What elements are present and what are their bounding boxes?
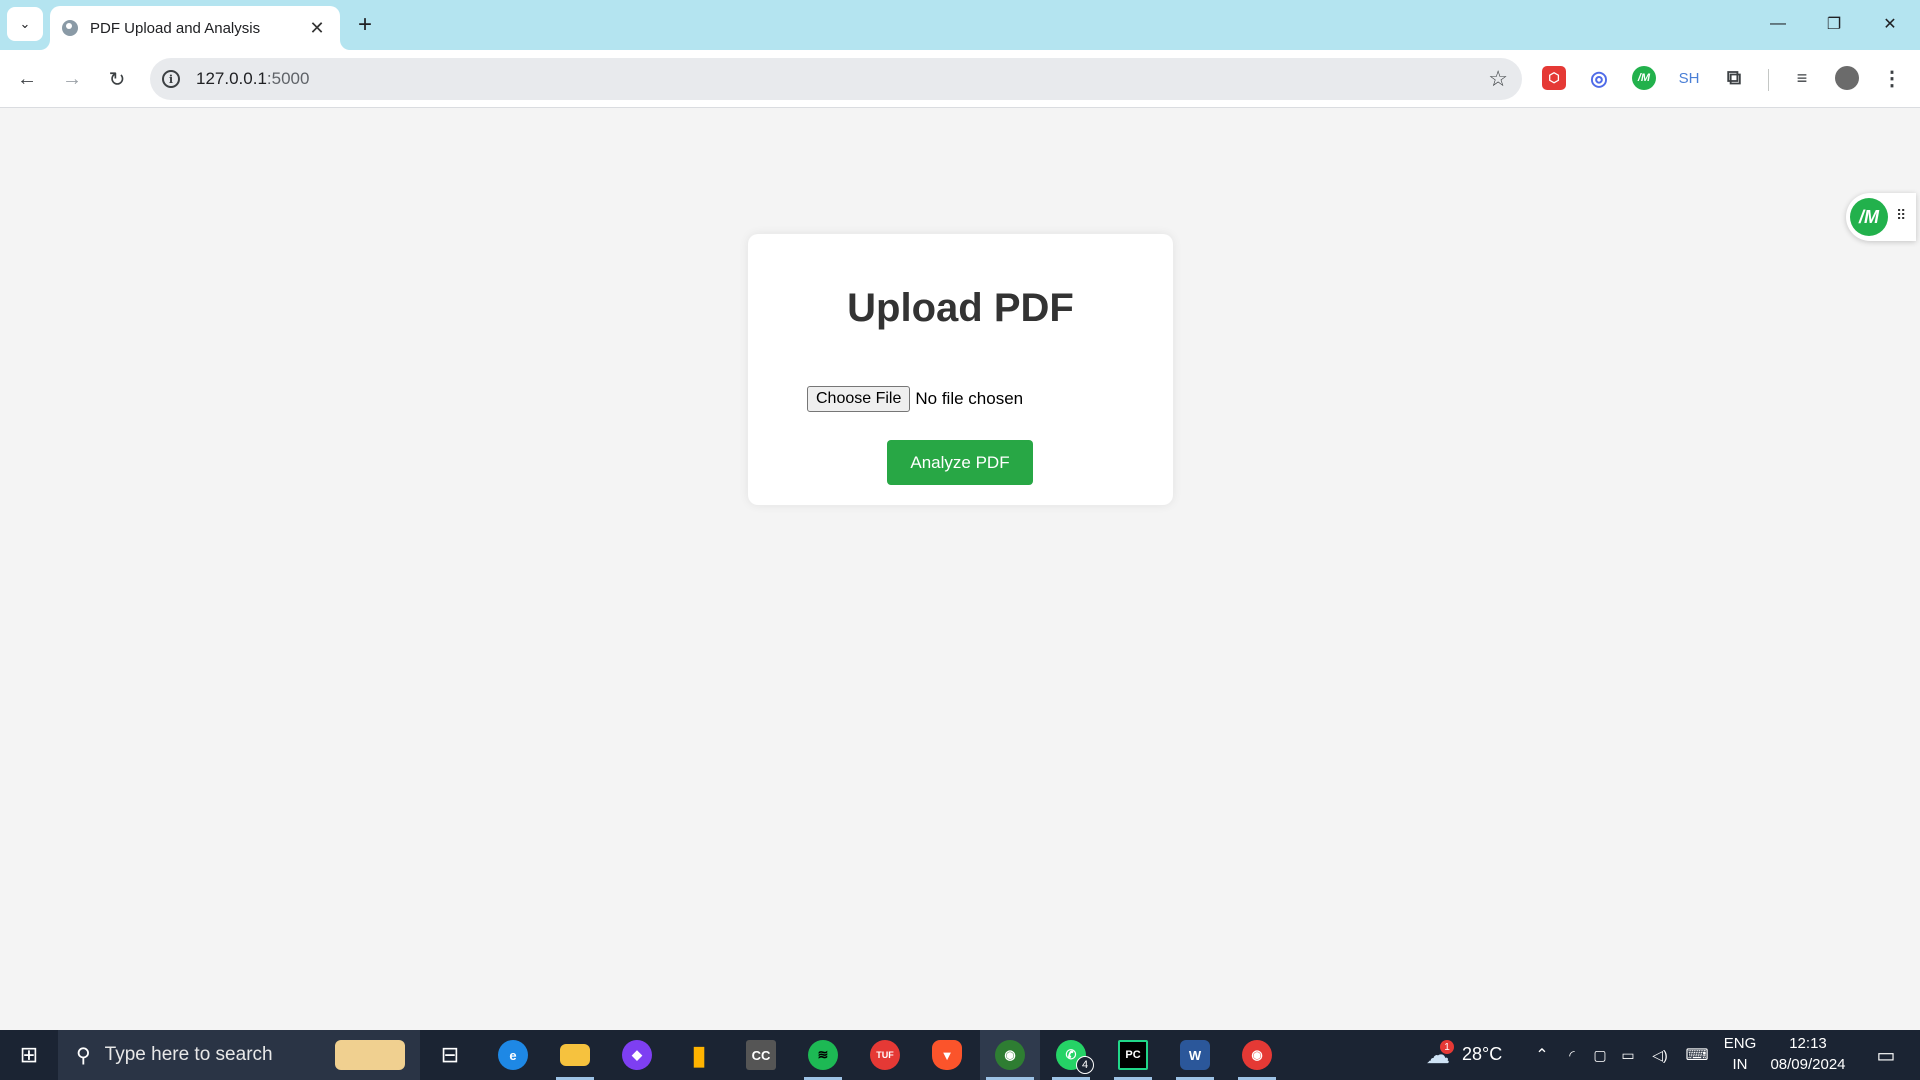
browser-tab-active[interactable]: PDF Upload and Analysis ✕ [50, 6, 340, 50]
meet-now-icon[interactable]: ▢ [1588, 1030, 1612, 1080]
choose-file-button[interactable]: Choose File [807, 386, 911, 412]
site-info-icon[interactable]: i [162, 70, 180, 88]
file-explorer-app[interactable] [550, 1030, 600, 1080]
start-button[interactable]: ⊞ [0, 1030, 58, 1080]
side-widget[interactable]: /M ⠿ [1846, 193, 1916, 241]
reload-icon[interactable]: ↻ [102, 64, 132, 94]
task-view-icon: ⊟ [440, 1042, 460, 1067]
sh-extension-icon[interactable]: SH [1677, 66, 1701, 90]
forward-arrow-icon[interactable]: → [57, 64, 87, 94]
analyze-pdf-button[interactable]: Analyze PDF [887, 440, 1033, 485]
task-view-button[interactable]: ⊟ [428, 1030, 472, 1080]
whatsapp-app[interactable]: ✆ 4 [1046, 1030, 1096, 1080]
language-bottom[interactable]: IN [1722, 1056, 1758, 1073]
folder-icon [560, 1044, 590, 1066]
bar-chart-icon: ▮ [691, 1039, 707, 1070]
spotify-icon: ≋ [808, 1040, 838, 1070]
browser-toolbar: ← → ↻ i 127.0.0.1:5000 ☆ ⬡ ◎ /M SH ⧉ ≡ ⋮ [0, 50, 1920, 108]
network-icon[interactable]: ◜ [1560, 1030, 1584, 1080]
media-queue-icon[interactable]: ≡ [1790, 66, 1814, 90]
kebab-menu-icon[interactable]: ⋮ [1880, 66, 1904, 90]
diamond-icon: ◆ [622, 1040, 652, 1070]
toolbar-divider [1768, 69, 1769, 91]
chevron-down-icon: ⌄ [19, 16, 31, 31]
address-bar[interactable]: i 127.0.0.1:5000 ☆ [150, 58, 1522, 100]
purple-app[interactable]: ◆ [612, 1030, 662, 1080]
ring-extension-icon[interactable]: ◎ [1587, 66, 1611, 90]
back-arrow-icon[interactable]: ← [12, 64, 42, 94]
profile-avatar[interactable] [1835, 66, 1859, 90]
volume-icon[interactable]: ◁) [1648, 1030, 1672, 1080]
weather-badge: 1 [1440, 1040, 1454, 1054]
brave-lion-icon: ▼ [932, 1040, 962, 1070]
chrome-icon: ◉ [995, 1040, 1025, 1070]
search-icon: ⚲ [76, 1044, 91, 1067]
file-input[interactable]: Choose File No file chosen [807, 386, 1023, 412]
edge-browser-app[interactable]: e [488, 1030, 538, 1080]
browser-title-bar: ⌄ PDF Upload and Analysis ✕ + — ❐ ✕ [0, 0, 1920, 50]
widgets-icon [335, 1040, 405, 1070]
restore-icon[interactable]: ❐ [1814, 8, 1854, 40]
windows-logo-icon: ⊞ [19, 1042, 39, 1067]
keyboard-icon[interactable]: ⌨ [1682, 1030, 1712, 1080]
pycharm-app[interactable]: PC [1108, 1030, 1158, 1080]
clock-time[interactable]: 12:13 [1764, 1035, 1852, 1052]
globe-icon [62, 20, 78, 36]
word-icon: W [1180, 1040, 1210, 1070]
spotify-app[interactable]: ≋ [798, 1030, 848, 1080]
chrome-profile-icon: ◉ [1242, 1040, 1272, 1070]
url-port: :5000 [266, 69, 310, 88]
url-host: 127.0.0.1 [196, 69, 267, 88]
word-app[interactable]: W [1170, 1030, 1220, 1080]
close-window-icon[interactable]: ✕ [1870, 8, 1910, 40]
new-tab-button[interactable]: + [352, 11, 378, 38]
chart-app[interactable]: ▮ [674, 1030, 724, 1080]
url-text[interactable]: 127.0.0.1:5000 [196, 69, 309, 89]
cube-extension-icon[interactable]: ⬡ [1542, 66, 1566, 90]
search-placeholder: Type here to search [104, 1044, 273, 1065]
notification-badge: 4 [1076, 1056, 1094, 1074]
chevron-up-icon[interactable]: ⌃ [1530, 1030, 1554, 1080]
chrome-browser-app[interactable]: ◉ [980, 1030, 1040, 1080]
pycharm-icon: PC [1118, 1040, 1148, 1070]
weather-widget[interactable]: ☁ 1 [1418, 1030, 1458, 1080]
language-top[interactable]: ENG [1722, 1035, 1758, 1052]
bookmark-star-icon[interactable]: ☆ [1488, 66, 1508, 92]
drag-handle-icon[interactable]: ⠿ [1896, 207, 1906, 224]
im-logo-icon[interactable]: /M [1850, 198, 1888, 236]
page-title: Upload PDF [847, 286, 1074, 330]
windows-taskbar: ⊞ ⚲ Type here to search ⊟ e ◆ ▮ CC ≋ TUF… [0, 1030, 1920, 1080]
battery-icon[interactable]: ▭ [1616, 1030, 1640, 1080]
temperature-text[interactable]: 28°C [1462, 1044, 1502, 1065]
tuf-icon: TUF [870, 1040, 900, 1070]
widgets-app[interactable] [320, 1030, 420, 1080]
puzzle-extensions-icon[interactable]: ⧉ [1722, 66, 1746, 90]
minimize-icon[interactable]: — [1758, 8, 1798, 40]
file-status-text: No file chosen [915, 389, 1024, 408]
tab-title: PDF Upload and Analysis [90, 19, 261, 37]
im-extension-icon[interactable]: /M [1632, 66, 1656, 90]
cc-app[interactable]: CC [736, 1030, 786, 1080]
edge-icon: e [498, 1040, 528, 1070]
tuf-app[interactable]: TUF [860, 1030, 910, 1080]
notification-center-icon[interactable]: ▭ [1866, 1030, 1906, 1080]
tab-search-button[interactable]: ⌄ [7, 7, 43, 41]
page-content: Upload PDF Choose File No file chosen An… [0, 109, 1920, 1030]
close-tab-icon[interactable]: ✕ [306, 17, 328, 39]
brave-browser-app[interactable]: ▼ [922, 1030, 972, 1080]
cc-icon: CC [746, 1040, 776, 1070]
clock-date[interactable]: 08/09/2024 [1764, 1056, 1852, 1073]
upload-card: Upload PDF Choose File No file chosen An… [748, 234, 1173, 505]
chrome-profile-app[interactable]: ◉ [1232, 1030, 1282, 1080]
